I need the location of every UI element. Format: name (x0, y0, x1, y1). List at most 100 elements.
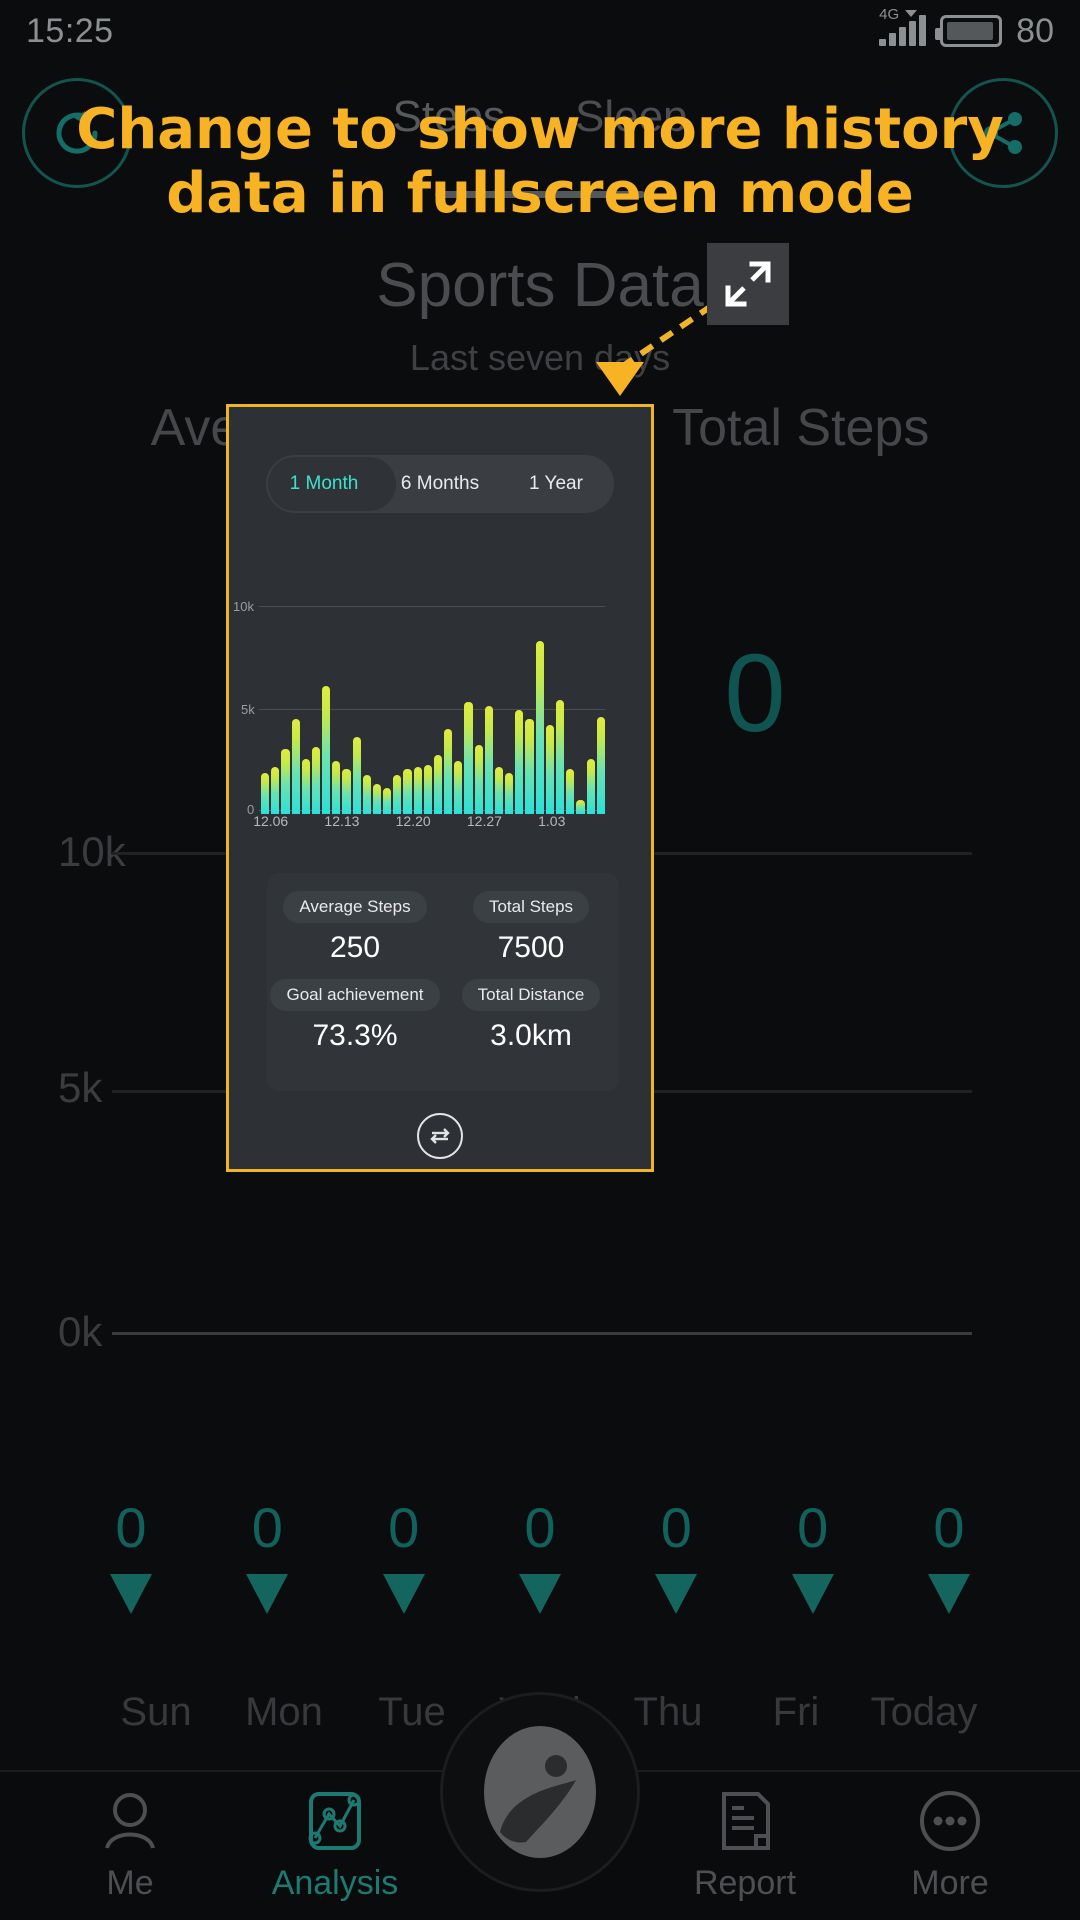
bg-day-label-today: Today (870, 1690, 978, 1734)
stat-value: 7500 (497, 931, 565, 964)
chart-bar (383, 787, 392, 814)
down-triangle-marker (655, 1574, 698, 1614)
chart-x-tick: 12.13 (324, 813, 360, 829)
battery-icon (935, 15, 1003, 47)
bg-day-value: 0 (115, 1496, 147, 1559)
chart-y-tick-5k: 5k (241, 702, 255, 717)
chart-bar (444, 728, 453, 814)
person-icon (105, 1793, 155, 1849)
chart-x-tick: 12.20 (395, 813, 431, 829)
chart-bar (352, 736, 361, 814)
chart-bar (393, 775, 402, 814)
document-icon (722, 1792, 770, 1850)
chart-x-tick-labels: 12.06 12.13 12.20 12.27 1.03 (253, 813, 607, 837)
stat-label: Total Distance (461, 979, 601, 1011)
bg-y-tick-0k: 0k (58, 1308, 103, 1355)
nav-label: Me (106, 1864, 154, 1902)
nav-item-more[interactable]: More (860, 1788, 1040, 1903)
bg-day-label-mon: Mon (245, 1690, 323, 1734)
chart-bar (484, 706, 493, 814)
status-indicators: 4G 80 (879, 6, 1054, 51)
bg-day-value: 0 (797, 1496, 829, 1559)
bg-day-column: 0 (246, 1496, 289, 1614)
stat-average-steps: Average Steps 250 (276, 891, 434, 965)
chart-bar (332, 761, 341, 814)
range-tab-1-month[interactable]: 1 Month (266, 473, 382, 495)
chart-bar (576, 799, 585, 814)
chart-x-tick: 12.27 (466, 813, 502, 829)
down-triangle-marker (246, 1574, 289, 1614)
bg-day-column: 0 (382, 1496, 425, 1614)
chart-bar (494, 767, 504, 814)
bg-day-label-tue: Tue (378, 1690, 446, 1734)
chart-y-tick-10k: 10k (233, 599, 254, 614)
down-triangle-marker (110, 1574, 152, 1614)
bg-total-steps-label: Total Steps (672, 399, 930, 457)
ellipsis-circle-icon (920, 1791, 980, 1851)
stats-summary-panel: Average Steps 250 Total Steps 7500 Goal … (267, 873, 619, 1091)
nav-label: Report (693, 1864, 797, 1902)
bg-day-value: 0 (251, 1496, 283, 1559)
chart-bar (291, 718, 300, 814)
chart-bar (555, 700, 565, 814)
battery-percent-label: 80 (1016, 11, 1054, 50)
chart-bar (372, 783, 382, 814)
chart-line-icon (308, 1792, 361, 1850)
down-triangle-marker (518, 1574, 561, 1614)
page-title: Sports Data (376, 251, 704, 320)
chart-bar (281, 749, 290, 814)
chart-bar (505, 773, 514, 814)
stat-label: Average Steps (283, 891, 427, 923)
annotation-line-2: data in fullscreen mode (166, 161, 914, 227)
stat-total-steps: Total Steps 7500 (452, 891, 610, 965)
signal-bars-icon: 4G (879, 6, 927, 46)
bg-total-steps-value: 0 (724, 632, 786, 755)
range-tab-1-year[interactable]: 1 Year (498, 473, 614, 495)
bg-day-value: 0 (933, 1496, 965, 1559)
down-triangle-marker (927, 1574, 970, 1614)
history-overlay-card: 1 Month 6 Months 1 Year 10k 5k 0 12.06 12… (226, 404, 654, 1172)
chart-bar (474, 744, 483, 814)
bg-day-label-sun: Sun (120, 1690, 192, 1734)
stat-value: 3.0km (490, 1019, 572, 1052)
stats-row: Goal achievement 73.3% Total Distance 3.… (267, 979, 619, 1053)
fullscreen-expand-icon[interactable] (707, 243, 789, 325)
chart-bar (586, 759, 595, 814)
bg-y-tick-5k: 5k (58, 1064, 103, 1111)
bg-day-value: 0 (524, 1496, 556, 1559)
bg-day-column: 0 (927, 1496, 970, 1614)
app-logo-icon[interactable] (440, 1692, 640, 1892)
stat-value: 250 (329, 931, 381, 964)
bg-day-column: 0 (791, 1496, 834, 1614)
bg-day-value: 0 (660, 1496, 692, 1559)
chart-bar (311, 747, 321, 814)
nav-item-report[interactable]: Report (655, 1788, 835, 1903)
stats-row: Average Steps 250 Total Steps 7500 (267, 891, 619, 965)
page-subtitle: Last seven days (409, 337, 671, 378)
bg-day-value: 0 (388, 1496, 420, 1559)
steps-history-chart: 10k 5k 0 12.06 12.13 12.20 12.27 1.03 (229, 587, 651, 837)
down-triangle-marker (791, 1574, 834, 1614)
chart-bar (545, 724, 554, 814)
chart-bar (301, 759, 310, 814)
status-time: 15:25 (26, 11, 114, 50)
nav-item-analysis[interactable]: Analysis (245, 1788, 425, 1903)
chart-bar (342, 769, 351, 814)
bg-day-columns: 0 0 0 0 0 0 0 (0, 1500, 1080, 1614)
chart-bars (261, 611, 605, 814)
down-triangle-marker (382, 1574, 425, 1614)
chart-bar (433, 755, 443, 814)
status-bar: 15:25 4G 80 (0, 0, 1080, 62)
chart-bar (515, 710, 524, 814)
range-tab-6-months[interactable]: 6 Months (382, 473, 498, 495)
annotation-text: Change to show more history data in full… (0, 97, 1080, 227)
chart-bar (454, 761, 463, 814)
stat-total-distance: Total Distance 3.0km (452, 979, 610, 1053)
annotation-line-1: Change to show more history (76, 97, 1004, 162)
bg-gridline-0k (112, 1332, 972, 1335)
stat-label: Total Steps (472, 891, 590, 923)
swap-unit-icon[interactable] (417, 1113, 463, 1159)
nav-item-me[interactable]: Me (40, 1788, 220, 1903)
chart-bar (464, 702, 473, 814)
nav-label: Analysis (271, 1864, 399, 1902)
